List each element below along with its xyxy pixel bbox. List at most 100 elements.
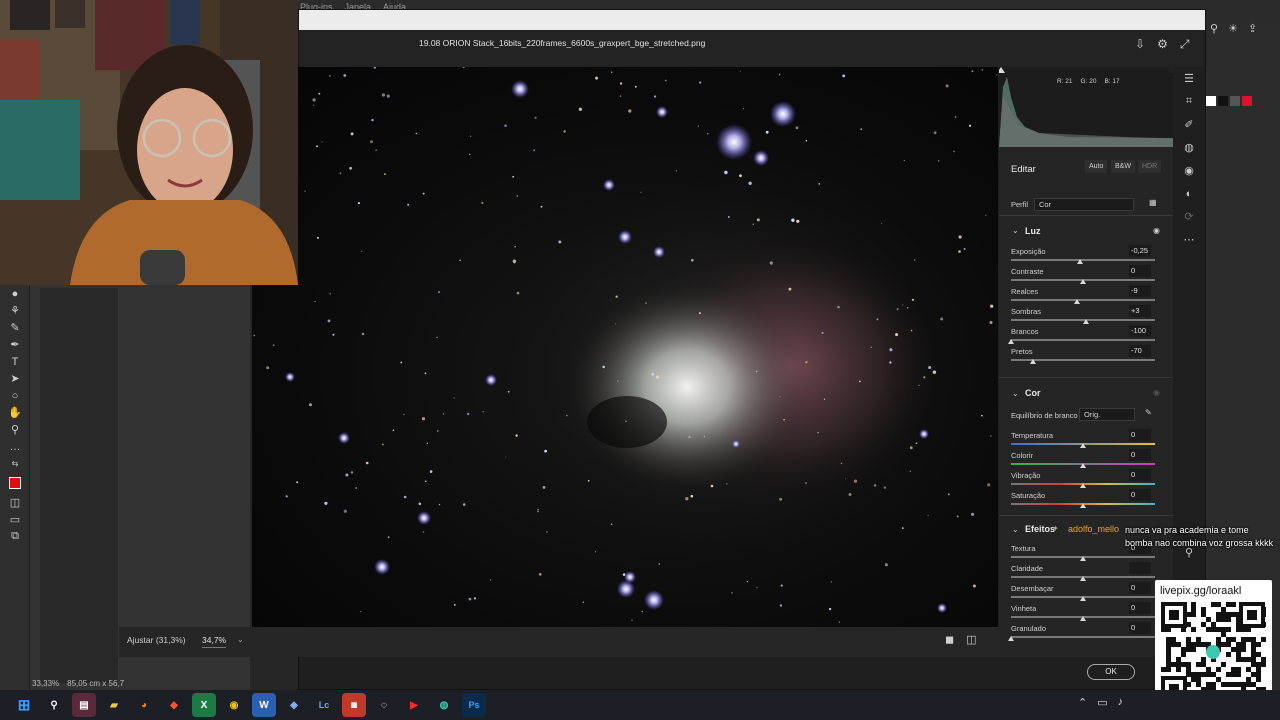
slider-track[interactable] (1011, 636, 1155, 638)
slider-value[interactable]: 0 (1129, 429, 1151, 441)
swatch-red[interactable] (1242, 96, 1252, 106)
excel-icon[interactable]: X (192, 693, 216, 717)
more-tools-icon[interactable]: … (0, 438, 30, 455)
chevron-down-icon[interactable]: ⌄ (1012, 525, 1019, 534)
search-icon[interactable]: ⚲ (1210, 22, 1218, 35)
mask-icon[interactable]: ◍ (1173, 136, 1205, 159)
redeye-icon[interactable]: ◉ (1173, 159, 1205, 182)
slider-knob[interactable] (1008, 339, 1014, 344)
slider-value[interactable]: -0,25 (1129, 245, 1151, 257)
white-balance-dropdown[interactable]: Orig. (1079, 408, 1135, 421)
slider-knob[interactable] (1077, 259, 1084, 264)
slider-knob[interactable] (1082, 319, 1089, 324)
brush-icon[interactable]: ● (0, 285, 30, 302)
slider-knob[interactable] (1080, 279, 1086, 284)
profile-browser-icon[interactable]: ▦ (1149, 198, 1157, 207)
eyedropper-icon[interactable]: ✎ (1145, 408, 1152, 417)
slider-value[interactable]: 0 (1129, 265, 1151, 277)
slider-value[interactable]: 0 (1129, 582, 1151, 594)
profile-dropdown[interactable]: Cor (1034, 198, 1134, 211)
crop-icon[interactable]: ⌗ (1173, 90, 1205, 113)
slider-value[interactable]: 0 (1129, 489, 1151, 501)
hand-icon[interactable]: ✋ (0, 404, 30, 421)
save-icon[interactable]: ⇩ (1135, 37, 1145, 52)
windows-start-icon[interactable]: ⊞ (12, 693, 36, 717)
auto-button[interactable]: Auto (1085, 160, 1108, 173)
chrome-icon[interactable]: ◉ (222, 693, 246, 717)
slider-knob[interactable] (1029, 359, 1036, 364)
search-icon[interactable]: ⚲ (42, 693, 66, 717)
chevron-down-icon[interactable]: ⌄ (1012, 389, 1019, 398)
edit-sliders-icon[interactable]: ☰ (1173, 67, 1205, 90)
app-diamond-icon[interactable]: ◈ (282, 693, 306, 717)
slider-knob[interactable] (1080, 503, 1086, 508)
zoom-percentage[interactable]: 34,7% (202, 635, 227, 648)
slider-value[interactable]: -70 (1129, 345, 1151, 357)
single-view-icon[interactable]: ◼ (945, 633, 954, 646)
chevron-up-icon[interactable]: ⌃ (1078, 696, 1087, 709)
word-icon[interactable]: W (252, 693, 276, 717)
slider-knob[interactable] (1080, 596, 1086, 601)
swatch-black[interactable] (1218, 96, 1228, 106)
fullscreen-icon[interactable]: ⤢ (1180, 37, 1190, 52)
section-cor-title[interactable]: Cor (1025, 388, 1041, 398)
app-circle-icon[interactable]: ◌ (372, 693, 396, 717)
section-luz-title[interactable]: Luz (1025, 226, 1041, 236)
slider-knob[interactable] (1080, 463, 1086, 468)
foreground-color-swatch[interactable] (0, 472, 30, 494)
microphone-icon[interactable]: ♪ (1118, 696, 1124, 709)
slider-knob[interactable] (1080, 556, 1086, 561)
slider-track[interactable] (1011, 299, 1155, 301)
slider-knob[interactable] (1008, 636, 1014, 641)
file-explorer-icon[interactable]: ▰ (102, 693, 126, 717)
snapshot-icon[interactable]: ⟳ (1173, 205, 1205, 228)
gear-icon[interactable]: ⚙ (1157, 37, 1168, 52)
swatch-gray[interactable] (1230, 96, 1240, 106)
app-icon[interactable]: ▤ (72, 693, 96, 717)
photoshop-icon[interactable]: Ps (462, 693, 486, 717)
swatch-white[interactable] (1206, 96, 1216, 106)
slider-knob[interactable] (1080, 616, 1086, 621)
slider-value[interactable]: -9 (1129, 285, 1151, 297)
light-icon[interactable]: ☀ (1228, 22, 1238, 35)
section-efeitos-title[interactable]: Efeitos (1025, 524, 1055, 534)
visibility-eye-icon[interactable]: ◉ (1153, 226, 1160, 235)
slider-value[interactable]: 0 (1129, 602, 1151, 614)
visibility-eye-icon[interactable]: ◉ (1153, 388, 1160, 397)
slider-value[interactable]: 0 (1129, 449, 1151, 461)
slider-value[interactable]: -100 (1129, 325, 1151, 337)
pen-icon[interactable]: ✒ (0, 336, 30, 353)
ellipse-icon[interactable]: ○ (0, 387, 30, 404)
slider-value[interactable]: 0 (1129, 622, 1151, 634)
ok-button[interactable]: OK (1087, 664, 1135, 680)
more-icon[interactable]: ⋯ (1173, 228, 1205, 251)
slider-knob[interactable] (1080, 443, 1086, 448)
path-select-icon[interactable]: ➤ (0, 370, 30, 387)
chevron-down-icon[interactable]: ⌄ (237, 635, 244, 644)
app-red-icon[interactable]: ▦ (342, 693, 366, 717)
zoom-fit-label[interactable]: Ajustar (31,3%) (127, 635, 186, 645)
slider-value[interactable]: +3 (1129, 305, 1151, 317)
zoom-icon[interactable]: ⚲ (0, 421, 30, 438)
swap-colors-icon[interactable]: ⇆ (0, 455, 30, 472)
artboard-icon[interactable]: ⧉ (0, 528, 30, 545)
lightroom-icon[interactable]: Lc (312, 693, 336, 717)
share-icon[interactable]: ⇪ (1248, 22, 1257, 35)
globe-icon[interactable]: ◍ (432, 693, 456, 717)
screen-mode-icon[interactable]: ▭ (0, 511, 30, 528)
hdr-button[interactable]: HDR (1138, 160, 1162, 173)
slider-value[interactable] (1129, 562, 1151, 574)
before-after-icon[interactable]: ◫ (966, 633, 976, 646)
youtube-icon[interactable]: ▶ (402, 693, 426, 717)
quickmask-icon[interactable]: ◫ (0, 494, 30, 511)
presets-icon[interactable]: ◐ (1173, 182, 1205, 205)
slider-track[interactable] (1011, 339, 1155, 341)
heal-icon[interactable]: ✐ (1173, 113, 1205, 136)
stamp-icon[interactable]: ⚘ (0, 302, 30, 319)
type-tool-icon[interactable]: T (0, 353, 30, 370)
slider-knob[interactable] (1074, 299, 1081, 304)
firefox-icon[interactable]: ◕ (132, 693, 156, 717)
dropper-icon[interactable]: ✎ (0, 319, 30, 336)
brave-icon[interactable]: ◆ (162, 693, 186, 717)
slider-value[interactable]: 0 (1129, 469, 1151, 481)
